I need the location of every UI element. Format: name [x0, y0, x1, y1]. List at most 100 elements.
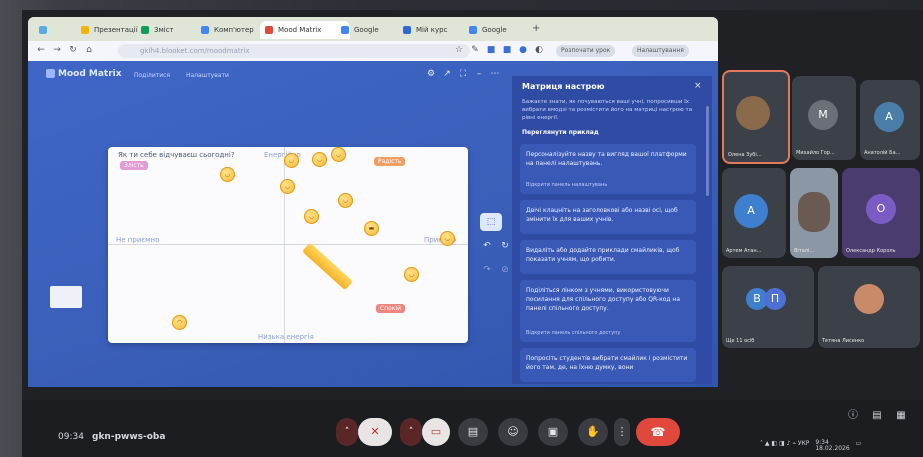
emoji-sticker[interactable]: ◡ — [440, 231, 455, 246]
emoji-sticker[interactable]: ◡ — [304, 209, 319, 224]
participant-name: Олена Зубі... — [728, 152, 762, 158]
emoji-sticker[interactable]: ▬ — [364, 221, 379, 236]
tab-favicon-icon — [341, 26, 349, 34]
sticky-note-thumbnail[interactable] — [50, 286, 82, 308]
end-call-button[interactable]: ☎ — [636, 418, 680, 446]
share-icon[interactable]: ↗ — [442, 69, 452, 79]
pencil-sticker[interactable] — [301, 242, 354, 291]
captions-button[interactable]: ▤ — [458, 418, 488, 446]
instruction-card: Видаліть або додайте приклади смайликів,… — [520, 240, 696, 274]
emoji-sticker[interactable]: ◡ — [338, 193, 353, 208]
participant-tile-group[interactable]: В П Ще 11 осіб — [722, 266, 814, 348]
fullscreen-icon[interactable]: ⛶ — [458, 69, 468, 79]
notification-icon[interactable]: ▭ — [856, 440, 862, 447]
more-icon[interactable]: ⋯ — [490, 69, 500, 79]
emoji-sticker[interactable]: ◡ — [280, 179, 295, 194]
participant-tile[interactable]: Віталі... — [790, 168, 838, 258]
tab-favicon-icon — [403, 26, 411, 34]
camera-options-chevron-icon[interactable]: ˄ — [400, 418, 422, 446]
select-tool-icon[interactable]: ⬚ — [480, 213, 502, 231]
participant-video — [798, 192, 830, 232]
extension-icon[interactable]: ● — [518, 45, 528, 55]
tray-language[interactable]: УКР — [798, 440, 810, 447]
participant-name: Артем Атан... — [726, 248, 762, 254]
emoji-sticker[interactable]: ◡ — [331, 147, 346, 162]
mic-off-button[interactable]: ✕ — [358, 418, 392, 446]
extension-icon[interactable]: ■ — [486, 45, 496, 55]
tray-icons[interactable]: ˄ ▲ ◧ ◨ ♪ ⌁ — [760, 440, 798, 447]
browser-pill-button[interactable]: Розпочати урок — [556, 45, 616, 57]
axis-bottom-label[interactable]: Низька енергія — [258, 333, 314, 341]
bookmark-star-icon[interactable]: ☆ — [454, 45, 464, 55]
participant-tile[interactable]: М Михайло Гор... — [792, 76, 856, 160]
present-screen-button[interactable]: ▣ — [538, 418, 568, 446]
browser-pill-button[interactable]: Налаштування — [632, 45, 689, 57]
tab-favicon-icon — [265, 26, 273, 34]
profile-icon[interactable]: ◐ — [534, 45, 544, 55]
tab-label: Mood Matrix — [278, 26, 322, 34]
activities-icon[interactable]: ▦ — [894, 409, 908, 423]
mic-options-chevron-icon[interactable]: ˄ — [336, 418, 358, 446]
participant-avatar: А — [874, 102, 904, 132]
tab-favicon-icon — [141, 26, 149, 34]
home-icon[interactable]: ⌂ — [84, 45, 94, 55]
panel-close-icon[interactable]: × — [694, 81, 702, 91]
settings-icon[interactable]: ⚙ — [426, 69, 436, 79]
participant-avatar — [854, 284, 884, 314]
system-tray: ˄ ▲ ◧ ◨ ♪ ⌁ УКР 9:34 18.02.2026 ▭ — [760, 440, 920, 452]
new-tab-icon[interactable]: + — [532, 23, 540, 34]
emoji-sticker[interactable]: ◡ — [284, 153, 299, 168]
matrix-question[interactable]: Як ти себе відчуваєш сьогодні? — [118, 151, 235, 159]
open-share-panel-link[interactable]: Відкрити панель спільного доступу — [526, 330, 620, 336]
tab-label: Комп'ютер — [214, 26, 254, 34]
quadrant-tag: Злість — [120, 161, 148, 170]
instruction-text: Попросіть студентів вибрати смайлик і ро… — [526, 355, 688, 371]
forward-arrow-icon[interactable]: → — [52, 45, 62, 55]
emoji-sticker[interactable]: ◡ — [312, 152, 327, 167]
participant-name: Віталі... — [794, 248, 815, 254]
instruction-text: Двічі клацніть на заголовкові або назві … — [526, 207, 678, 223]
more-options-button[interactable]: ⋮ — [614, 418, 630, 446]
back-arrow-icon[interactable]: ← — [36, 45, 46, 55]
participant-avatar: П — [764, 288, 786, 310]
menu-share[interactable]: Поділитися — [134, 72, 170, 79]
menu-customize[interactable]: Налаштувати — [186, 72, 229, 79]
raise-hand-button[interactable]: ✋ — [578, 418, 608, 446]
instructions-panel: Матриця настрою × Бажаєте знати, як почу… — [512, 76, 712, 384]
instruction-text: Поділіться лінком з учнями, використовую… — [526, 287, 681, 312]
emoji-sticker[interactable]: ◡ — [220, 167, 235, 182]
tray-date[interactable]: 18.02.2026 — [815, 446, 849, 452]
instruction-card: Поділіться лінком з учнями, використовую… — [520, 280, 696, 342]
browser-tab-bar: Презентації Зміст Комп'ютер Mood Matrix … — [28, 17, 718, 41]
participant-avatar: О — [866, 194, 896, 224]
meeting-info-icon[interactable]: ⓘ — [846, 409, 860, 423]
participant-name: Ще 11 осіб — [726, 338, 755, 344]
instruction-text: Видаліть або додайте приклади смайликів,… — [526, 247, 680, 263]
minimize-icon[interactable]: – — [474, 69, 484, 79]
reload-icon[interactable]: ↻ — [68, 45, 78, 55]
tab-label: Google — [354, 26, 379, 34]
emoji-reaction-button[interactable]: ☺ — [498, 418, 528, 446]
panel-intro: Бажаєте знати, як почуваються ваші учні,… — [522, 99, 693, 121]
panel-title: Матриця настрою — [522, 82, 605, 91]
meeting-code: gkn-pwws-oba — [92, 432, 166, 442]
url-field[interactable]: gklh4.blooket.com/moodmatrix — [118, 44, 470, 58]
instruction-card: Двічі клацніть на заголовкові або назві … — [520, 200, 696, 234]
participant-avatar: А — [734, 194, 768, 228]
open-settings-link[interactable]: Відкрити панель налаштувань — [526, 182, 607, 188]
axis-left-label[interactable]: Не приємно — [116, 236, 159, 244]
participant-tile[interactable]: Тетяна Лисенко — [818, 266, 920, 348]
view-example-link[interactable]: Переглянути приклад — [522, 129, 599, 136]
camera-off-button[interactable]: ▭ — [422, 418, 450, 446]
emoji-sticker[interactable]: ◠ — [172, 315, 187, 330]
extensions-icon[interactable]: ✎ — [470, 45, 480, 55]
participant-tile[interactable]: А Артем Атан... — [722, 168, 786, 258]
extension-icon[interactable]: ■ — [502, 45, 512, 55]
panel-scrollbar[interactable] — [706, 106, 709, 196]
chat-icon[interactable]: ▤ — [870, 409, 884, 423]
mood-matrix-board[interactable]: Як ти себе відчуваєш сьогодні? Енергійно… — [108, 147, 468, 343]
participant-tile[interactable]: А Анатолій Ба... — [860, 80, 920, 160]
emoji-sticker[interactable]: ◡ — [404, 267, 419, 282]
participant-tile[interactable]: О Олександр Король — [842, 168, 920, 258]
participant-tile[interactable]: Олена Зубі... — [722, 70, 790, 164]
